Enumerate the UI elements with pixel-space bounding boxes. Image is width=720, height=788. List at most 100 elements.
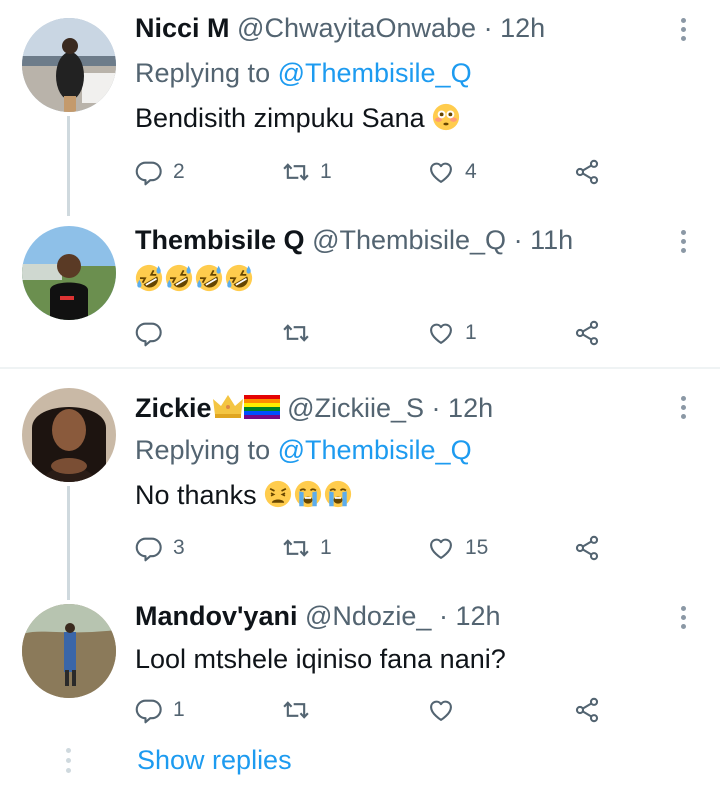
separator: · [483, 13, 493, 43]
retweet-button[interactable] [282, 316, 320, 350]
like-button[interactable]: 4 [427, 155, 477, 189]
show-replies-link[interactable]: Show replies [137, 745, 292, 776]
retweet-count: 1 [320, 160, 332, 183]
replying-to-label: Replying to [135, 58, 271, 88]
rainbow-flag-icon [243, 395, 280, 419]
tweet-header: Thembisile Q @Thembisile_Q · 11h [135, 224, 573, 256]
retweet-icon [282, 158, 310, 186]
like-button[interactable]: 1 [427, 316, 477, 350]
separator: · [431, 393, 441, 423]
like-count: 15 [465, 536, 489, 559]
tweet-actions: 3 1 15 [135, 531, 615, 565]
tweet-text-content: Bendisith zimpuku Sana [135, 103, 425, 133]
tweet-text: No thanks [135, 478, 354, 512]
loudly-crying-face-emoji-icon [324, 480, 352, 508]
retweet-button[interactable]: 1 [282, 531, 332, 565]
heart-icon [427, 158, 455, 186]
thread-dots [66, 748, 71, 778]
tweet-header: Mandov'yani @Ndozie_ · 12h [135, 600, 501, 632]
reply-icon [135, 319, 163, 347]
share-button[interactable] [573, 316, 601, 350]
rofl-emoji-icon [135, 264, 163, 292]
timestamp[interactable]: 12h [500, 13, 545, 43]
tweet-header: Zickie @Zickiie_S · 12h [135, 392, 493, 424]
retweet-icon [282, 319, 310, 347]
handle[interactable]: @ChwayitaOnwabe [237, 13, 476, 43]
share-button[interactable] [573, 693, 601, 727]
reply-button[interactable]: 2 [135, 155, 185, 189]
avatar[interactable] [22, 226, 116, 320]
share-icon [573, 319, 601, 347]
tweet-text: Lool mtshele iqiniso fana nani? [135, 642, 506, 676]
share-icon [573, 696, 601, 724]
loudly-crying-face-emoji-icon [294, 480, 322, 508]
like-count: 1 [465, 321, 477, 344]
rofl-emoji-icon [195, 264, 223, 292]
replying-to-label: Replying to [135, 435, 271, 465]
more-options-icon[interactable] [676, 604, 690, 632]
retweet-button[interactable]: 1 [282, 155, 332, 189]
rofl-emoji-icon [165, 264, 193, 292]
tweet-header: Nicci M @ChwayitaOnwabe · 12h [135, 12, 545, 44]
separator: · [438, 601, 448, 631]
more-options-icon[interactable] [676, 16, 690, 44]
reply-icon [135, 158, 163, 186]
divider [0, 367, 720, 369]
tweet-actions: 1 [135, 316, 615, 350]
display-name[interactable]: Thembisile Q [135, 225, 305, 255]
tweet-text-content: Lool mtshele iqiniso fana nani? [135, 644, 506, 674]
retweet-icon [282, 534, 310, 562]
heart-icon [427, 319, 455, 347]
thread-line [67, 486, 70, 600]
weary-face-emoji-icon [264, 480, 292, 508]
handle[interactable]: @Thembisile_Q [312, 225, 506, 255]
retweet-icon [282, 696, 310, 724]
reply-icon [135, 696, 163, 724]
timestamp[interactable]: 12h [455, 601, 500, 631]
mention-link[interactable]: @Thembisile_Q [278, 58, 472, 88]
avatar[interactable] [22, 388, 116, 482]
timestamp[interactable]: 12h [448, 393, 493, 423]
tweet-actions: 1 [135, 693, 615, 727]
display-name[interactable]: Mandov'yani [135, 601, 297, 631]
share-icon [573, 158, 601, 186]
retweet-button[interactable] [282, 693, 320, 727]
display-name[interactable]: Zickie [135, 393, 212, 423]
like-count: 4 [465, 160, 477, 183]
handle[interactable]: @Ndozie_ [305, 601, 431, 631]
replying-to: Replying to @Thembisile_Q [135, 434, 472, 466]
reply-button[interactable] [135, 316, 173, 350]
tweet-text [135, 262, 255, 296]
reply-button[interactable]: 3 [135, 531, 185, 565]
like-button[interactable] [427, 693, 465, 727]
heart-icon [427, 534, 455, 562]
avatar[interactable] [22, 604, 116, 698]
mention-link[interactable]: @Thembisile_Q [278, 435, 472, 465]
more-options-icon[interactable] [676, 228, 690, 256]
thread-line [67, 116, 70, 216]
tweet-text: Bendisith zimpuku Sana [135, 101, 462, 135]
share-icon [573, 534, 601, 562]
more-options-icon[interactable] [676, 394, 690, 422]
reply-count: 2 [173, 160, 185, 183]
tweet-text-content: No thanks [135, 480, 257, 510]
separator: · [513, 225, 523, 255]
avatar[interactable] [22, 18, 116, 112]
handle[interactable]: @Zickiie_S [287, 393, 424, 423]
rofl-emoji-icon [225, 264, 253, 292]
timestamp[interactable]: 11h [530, 225, 573, 255]
reply-count: 3 [173, 536, 185, 559]
display-name[interactable]: Nicci M [135, 13, 230, 43]
share-button[interactable] [573, 531, 601, 565]
tweet-actions: 2 1 4 [135, 155, 615, 189]
like-button[interactable]: 15 [427, 531, 488, 565]
heart-icon [427, 696, 455, 724]
crown-icon [212, 395, 243, 418]
reply-button[interactable]: 1 [135, 693, 185, 727]
reply-icon [135, 534, 163, 562]
flushed-face-emoji-icon [432, 103, 460, 131]
replying-to: Replying to @Thembisile_Q [135, 57, 472, 89]
retweet-count: 1 [320, 536, 332, 559]
reply-count: 1 [173, 698, 185, 721]
share-button[interactable] [573, 155, 601, 189]
